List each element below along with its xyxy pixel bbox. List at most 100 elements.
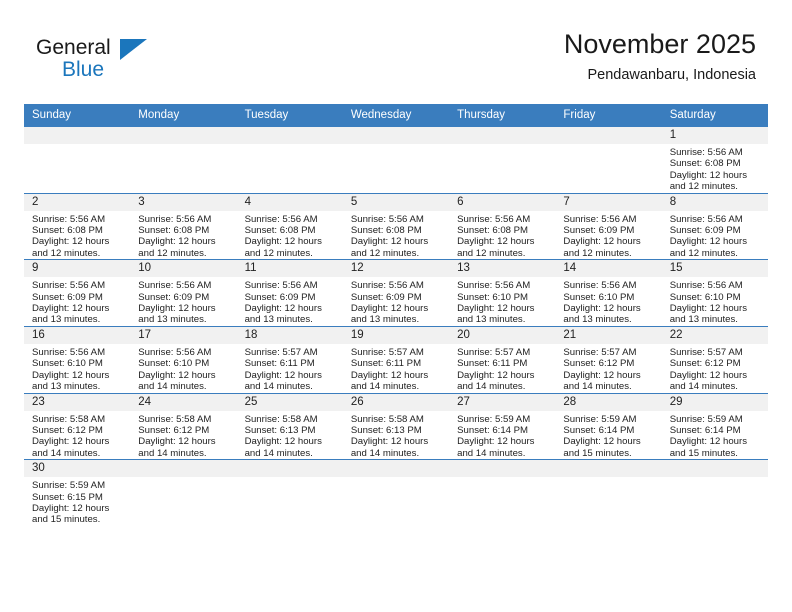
sunrise-text: Sunrise: 5:56 AM [138,346,212,358]
day-number [236,460,343,478]
day-number [342,127,450,144]
sunrise-text: Sunrise: 5:57 AM [457,346,531,358]
calendar-day-cell[interactable]: 19 Sunrise: 5:57 AM Sunset: 6:11 PM Dayligh… [342,325,450,393]
day-details: Sunrise: 5:58 AM Sunset: 6:13 PM Daylight:… [343,411,449,460]
daylight-text-line2: and 14 minutes. [457,381,526,393]
calendar-day-cell[interactable]: 26 Sunrise: 5:58 AM Sunset: 6:13 PM Dayligh… [342,392,450,460]
day-number [555,127,662,144]
daylight-text-line1: Daylight: 12 hours [563,369,641,381]
calendar-day-cell[interactable]: 22 Sunrise: 5:57 AM Sunset: 6:12 PM Dayligh… [661,325,768,393]
sunset-text: Sunset: 6:09 PM [244,291,316,303]
calendar-day-cell[interactable]: 15 Sunrise: 5:56 AM Sunset: 6:10 PM Dayligh… [661,259,768,327]
daylight-text-line1: Daylight: 12 hours [669,303,748,315]
day-number: 1 [661,127,768,144]
calendar-day-cell[interactable]: 7 Sunrise: 5:56 AM Sunset: 6:09 PM Daylight… [555,192,662,260]
daylight-text-line2: and 15 minutes. [32,514,101,526]
daylight-text-line1: Daylight: 12 hours [32,303,110,315]
daylight-text-line2: and 13 minutes. [244,314,313,326]
calendar-cell-empty [449,459,556,526]
calendar-day-cell[interactable]: 8 Sunrise: 5:56 AM Sunset: 6:09 PM Daylight… [661,192,768,260]
daylight-text-line2: and 12 minutes. [669,247,738,259]
day-number [24,127,131,144]
daylight-text-line2: and 13 minutes. [350,314,420,326]
sunset-text: Sunset: 6:08 PM [350,225,422,237]
sunrise-text: Sunrise: 5:56 AM [32,280,106,292]
daylight-text-line1: Daylight: 12 hours [669,369,748,381]
calendar-day-cell[interactable]: 14 Sunrise: 5:56 AM Sunset: 6:10 PM Dayligh… [555,259,662,327]
sunrise-text: Sunrise: 5:59 AM [32,480,106,492]
day-number: 2 [24,193,131,211]
calendar-day-cell[interactable]: 4 Sunrise: 5:56 AM Sunset: 6:08 PM Daylight… [236,192,343,260]
daylight-text-line1: Daylight: 12 hours [138,236,216,248]
sunset-text: Sunset: 6:09 PM [563,225,635,237]
calendar-page: General Blue November 2025 Pendawanbaru,… [0,0,792,612]
day-details: Sunrise: 5:56 AM Sunset: 6:08 PM Daylight:… [662,144,768,193]
day-number: 12 [342,260,450,278]
daylight-text-line1: Daylight: 12 hours [563,303,641,315]
sunset-text: Sunset: 6:10 PM [138,358,210,370]
calendar-day-cell[interactable]: 9 Sunrise: 5:56 AM Sunset: 6:09 PM Daylight… [24,259,131,327]
day-number: 27 [449,393,556,411]
calendar-day-cell[interactable]: 23 Sunrise: 5:58 AM Sunset: 6:12 PM Dayligh… [24,392,131,460]
calendar-day-cell[interactable]: 1 Sunrise: 5:56 AM Sunset: 6:08 PM Daylight… [661,126,768,194]
sunrise-text: Sunrise: 5:56 AM [350,280,424,292]
daylight-text-line2: and 12 minutes. [350,247,420,259]
calendar-week-row: 23 Sunrise: 5:58 AM Sunset: 6:12 PM Dayligh… [24,392,768,460]
calendar-day-cell[interactable]: 24 Sunrise: 5:58 AM Sunset: 6:12 PM Dayligh… [130,392,237,460]
calendar-day-cell[interactable]: 13 Sunrise: 5:56 AM Sunset: 6:10 PM Dayligh… [449,259,556,327]
day-details: Sunrise: 5:56 AM Sunset: 6:08 PM Daylight:… [130,211,236,260]
calendar-day-cell[interactable]: 5 Sunrise: 5:56 AM Sunset: 6:08 PM Daylight… [342,192,450,260]
day-number: 26 [342,393,450,411]
sunrise-text: Sunrise: 5:59 AM [669,413,743,425]
day-details: Sunrise: 5:59 AM Sunset: 6:14 PM Daylight:… [662,411,768,460]
calendar-day-cell[interactable]: 25 Sunrise: 5:58 AM Sunset: 6:13 PM Dayligh… [236,392,343,460]
calendar-cell-empty [342,126,450,194]
daylight-text-line1: Daylight: 12 hours [563,236,641,248]
calendar-day-cell[interactable]: 17 Sunrise: 5:56 AM Sunset: 6:10 PM Dayligh… [130,325,237,393]
sunset-text: Sunset: 6:10 PM [457,291,529,303]
day-number [449,127,556,144]
sunset-text: Sunset: 6:09 PM [350,291,422,303]
calendar-day-cell[interactable]: 27 Sunrise: 5:59 AM Sunset: 6:14 PM Dayligh… [449,392,556,460]
calendar-cell-empty [236,126,343,194]
calendar-day-cell[interactable]: 30 Sunrise: 5:59 AM Sunset: 6:15 PM Dayligh… [24,459,131,526]
day-number: 20 [449,326,556,344]
calendar-day-cell[interactable]: 28 Sunrise: 5:59 AM Sunset: 6:14 PM Dayligh… [555,392,662,460]
calendar-cell-empty [130,459,237,526]
day-details: Sunrise: 5:56 AM Sunset: 6:08 PM Daylight:… [449,211,555,260]
calendar-day-cell[interactable]: 18 Sunrise: 5:57 AM Sunset: 6:11 PM Dayligh… [236,325,343,393]
sunset-text: Sunset: 6:14 PM [669,424,741,436]
sunset-text: Sunset: 6:09 PM [669,225,741,237]
sunset-text: Sunset: 6:12 PM [669,358,741,370]
calendar-day-cell[interactable]: 11 Sunrise: 5:56 AM Sunset: 6:09 PM Dayligh… [236,259,343,327]
calendar-day-cell[interactable]: 10 Sunrise: 5:56 AM Sunset: 6:09 PM Dayligh… [130,259,237,327]
day-details: Sunrise: 5:57 AM Sunset: 6:11 PM Daylight:… [343,344,449,393]
sunset-text: Sunset: 6:10 PM [32,358,103,370]
calendar-day-cell[interactable]: 6 Sunrise: 5:56 AM Sunset: 6:08 PM Daylight… [449,192,556,260]
sunrise-text: Sunrise: 5:59 AM [563,413,637,425]
sunset-text: Sunset: 6:13 PM [244,424,316,436]
day-number: 22 [661,326,768,344]
day-details: Sunrise: 5:57 AM Sunset: 6:12 PM Daylight:… [555,344,661,393]
day-number: 5 [342,193,450,211]
sunrise-text: Sunrise: 5:56 AM [457,280,531,292]
daylight-text-line1: Daylight: 12 hours [138,369,216,381]
calendar-day-cell[interactable]: 16 Sunrise: 5:56 AM Sunset: 6:10 PM Dayligh… [24,325,131,393]
calendar-day-cell[interactable]: 2 Sunrise: 5:56 AM Sunset: 6:08 PM Daylight… [24,192,131,260]
calendar-day-cell[interactable]: 29 Sunrise: 5:59 AM Sunset: 6:14 PM Dayligh… [661,392,768,460]
sunrise-text: Sunrise: 5:58 AM [244,413,318,425]
sunrise-text: Sunrise: 5:57 AM [350,346,424,358]
brand-logo[interactable]: General Blue [36,36,176,88]
calendar-cell-empty [449,126,556,194]
day-details: Sunrise: 5:58 AM Sunset: 6:12 PM Daylight:… [24,411,130,460]
weekday-header-tuesday: Tuesday [236,104,343,127]
day-number: 17 [130,326,237,344]
daylight-text-line2: and 14 minutes. [32,447,101,459]
calendar-day-cell[interactable]: 3 Sunrise: 5:56 AM Sunset: 6:08 PM Daylight… [130,192,237,260]
calendar-day-cell[interactable]: 21 Sunrise: 5:57 AM Sunset: 6:12 PM Dayligh… [555,325,662,393]
calendar-day-cell[interactable]: 12 Sunrise: 5:56 AM Sunset: 6:09 PM Dayligh… [342,259,450,327]
calendar-week-row: 1 Sunrise: 5:56 AM Sunset: 6:08 PM Daylight… [24,126,768,194]
sunrise-text: Sunrise: 5:56 AM [669,213,743,225]
day-number: 8 [661,193,768,211]
calendar-day-cell[interactable]: 20 Sunrise: 5:57 AM Sunset: 6:11 PM Dayligh… [449,325,556,393]
